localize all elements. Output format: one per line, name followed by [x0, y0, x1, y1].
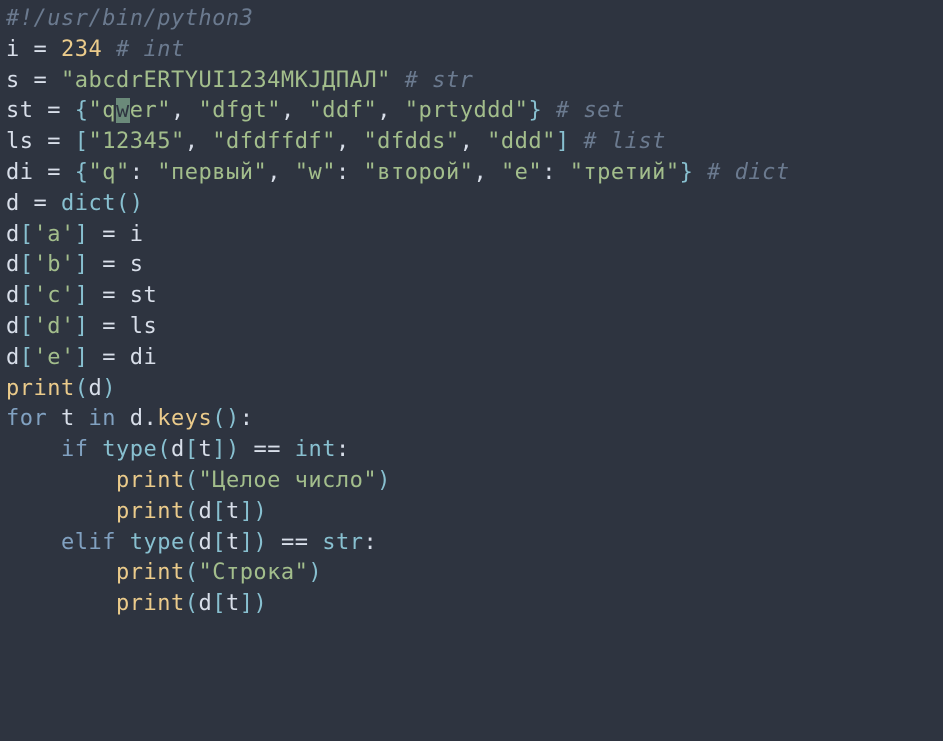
code-line: if type(d[t]) == int:: [6, 435, 937, 466]
code-line: d['c'] = st: [6, 281, 937, 312]
code-line: ls = ["12345", "dfdffdf", "dfdds", "ddd"…: [6, 127, 937, 158]
shebang: #!/usr/bin/python3: [6, 6, 253, 31]
code-line: d['e'] = di: [6, 343, 937, 374]
code-editor[interactable]: #!/usr/bin/python3 i = 234 # int s = "ab…: [6, 4, 937, 620]
code-line: di = {"q": "первый", "w": "второй", "e":…: [6, 158, 937, 189]
code-line: d['b'] = s: [6, 250, 937, 281]
code-line: print(d): [6, 374, 937, 405]
code-line: d['a'] = i: [6, 220, 937, 251]
code-line: elif type(d[t]) == str:: [6, 528, 937, 559]
code-line: print("Целое число"): [6, 466, 937, 497]
code-line: print("Строка"): [6, 558, 937, 589]
code-line: print(d[t]): [6, 589, 937, 620]
text-cursor: w: [116, 98, 130, 123]
code-line: d = dict(): [6, 189, 937, 220]
code-line: i = 234 # int: [6, 35, 937, 66]
code-line: d['d'] = ls: [6, 312, 937, 343]
code-line: st = {"qwer", "dfgt", "ddf", "prtyddd"} …: [6, 96, 937, 127]
code-line: #!/usr/bin/python3: [6, 4, 937, 35]
code-line: for t in d.keys():: [6, 404, 937, 435]
code-line: s = "abcdrERTYUI1234MKJДПАЛ" # str: [6, 66, 937, 97]
code-line: print(d[t]): [6, 497, 937, 528]
